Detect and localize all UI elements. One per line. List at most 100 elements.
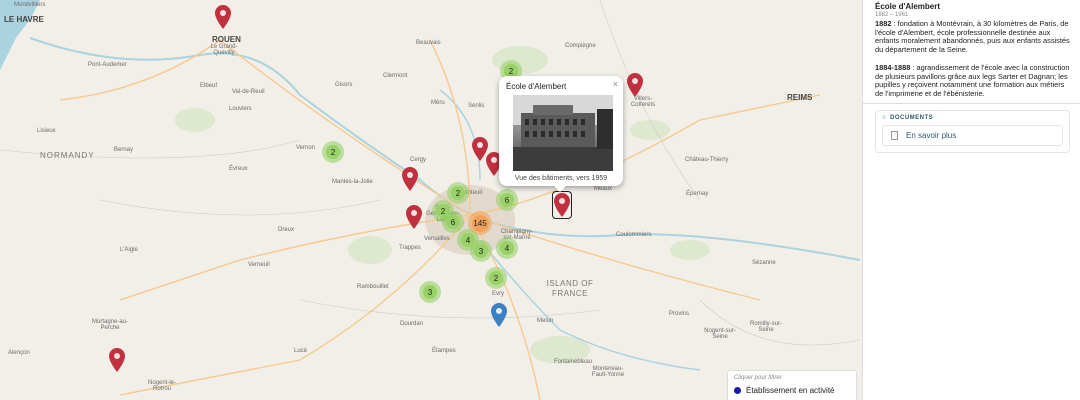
- place-label: ISLAND OF FRANCE: [546, 279, 594, 298]
- place-label: Versailles: [424, 236, 450, 242]
- map-popup: École d'Alembert × Vue des bâtiments, ve…: [499, 76, 623, 192]
- place-label: ROUEN: [212, 35, 241, 44]
- history-paragraph-2: 1884-1888 : agrandissement de l'école av…: [875, 62, 1070, 99]
- place-label: Sézanne: [752, 260, 776, 266]
- cluster-marker[interactable]: 2: [447, 182, 469, 204]
- documents-title: DOCUMENTS: [890, 114, 934, 121]
- cluster-marker[interactable]: 6: [442, 211, 464, 233]
- cluster-count: 2: [489, 271, 503, 285]
- place-label: Clermont: [383, 73, 408, 79]
- map-pin-icon[interactable]: [627, 73, 643, 97]
- place-label: Nogent-sur-Seine: [704, 328, 736, 340]
- list-icon: ≡: [882, 114, 887, 121]
- place-label: Alençon: [8, 350, 30, 356]
- legend-item-label: Établissement en activité: [746, 386, 835, 395]
- cluster-marker[interactable]: 4: [496, 237, 518, 259]
- place-label: NORMANDY: [40, 151, 95, 160]
- place-label: Château-Thierry: [685, 157, 729, 163]
- place-label: Lisieux: [37, 128, 56, 134]
- detail-panel: École d'Alembert 1882 – 1961 1882 : fond…: [862, 0, 1080, 400]
- map-pin-icon[interactable]: [109, 348, 125, 372]
- place-label: Nogent-le-Rotrou: [147, 380, 176, 392]
- history-text-1: : fondation à Montévrain, à 30 kilomètre…: [875, 19, 1070, 55]
- legend-hint: Cliquer pour filtrer: [734, 375, 782, 381]
- place-label: Villers-Cotterets: [630, 96, 656, 108]
- place-label: Épernay: [686, 191, 709, 197]
- cluster-marker[interactable]: 6: [496, 189, 518, 211]
- place-label: L'Aigle: [120, 247, 138, 253]
- cluster-marker[interactable]: 2: [322, 141, 344, 163]
- place-label: Meaux: [594, 186, 613, 192]
- cluster-marker[interactable]: 3: [470, 240, 492, 262]
- documents-header: ≡ DOCUMENTS: [882, 115, 1063, 121]
- place-label: Mantes-la-Jolie: [332, 179, 373, 185]
- place-label: Étampes: [432, 348, 456, 354]
- place-label: Dourdan: [400, 321, 424, 327]
- map[interactable]: Montivilliers LE HAVRE ROUEN Le Grand-Quevi…: [0, 0, 862, 400]
- place-label: Fontainebleau: [554, 359, 593, 365]
- place-label: Louviers: [229, 106, 252, 112]
- place-label: Trappes: [399, 245, 421, 251]
- place-label: Lucé: [294, 348, 308, 354]
- legend-item-active[interactable]: Établissement en activité: [734, 386, 850, 395]
- history-year-2: 1884-1888: [875, 62, 911, 72]
- place-label: Senlis: [468, 103, 485, 109]
- place-label: Le Grand-Quevilly: [210, 44, 238, 56]
- cluster-count: 6: [446, 215, 460, 229]
- cluster-count: 4: [500, 241, 514, 255]
- document-link-label: En savoir plus: [906, 130, 957, 140]
- map-pin-icon[interactable]: [552, 191, 572, 219]
- cluster-count: 2: [451, 186, 465, 200]
- cluster-marker[interactable]: 2: [485, 267, 507, 289]
- popup-close-icon[interactable]: ×: [613, 79, 618, 89]
- divider: [863, 102, 1080, 104]
- place-label: Coulommiers: [616, 232, 652, 238]
- place-label: Verneuil: [248, 262, 270, 268]
- school-dates: 1882 – 1961: [875, 12, 909, 18]
- place-label: Bernay: [114, 147, 134, 153]
- map-pin-icon[interactable]: [215, 5, 231, 29]
- place-label: Rambouillet: [357, 284, 389, 290]
- cluster-count: 2: [326, 145, 340, 159]
- place-label: Melun: [537, 318, 554, 324]
- place-label: Elbeuf: [200, 83, 218, 89]
- popup-caption: Vue des bâtiments, vers 1959: [514, 175, 608, 182]
- place-label: Pont-Audemer: [88, 62, 127, 68]
- place-label: Val-de-Reuil: [232, 89, 265, 95]
- map-pin-icon[interactable]: [406, 205, 422, 229]
- place-label: Evry: [492, 291, 504, 297]
- popup-title: École d'Alembert: [506, 82, 567, 91]
- file-icon: [891, 130, 898, 140]
- place-label: Vernon: [296, 145, 316, 151]
- place-label: Compiègne: [565, 43, 596, 49]
- history-year-1: 1882: [875, 19, 892, 28]
- place-label: Beauvais: [416, 40, 441, 46]
- place-label: Méru: [431, 100, 445, 106]
- document-link[interactable]: En savoir plus: [882, 124, 1063, 146]
- popup-photo[interactable]: [513, 95, 613, 171]
- place-label: REIMS: [787, 93, 813, 102]
- cluster-marker[interactable]: 3: [419, 281, 441, 303]
- place-label: Dreux: [278, 227, 295, 233]
- map-legend: Cliquer pour filtrer Établissement en ac…: [727, 370, 857, 400]
- cluster-count: 3: [423, 285, 437, 299]
- school-name: École d'Alembert: [875, 2, 941, 11]
- place-label: Montereau-Fault-Yonne: [591, 366, 625, 378]
- cluster-count: 6: [500, 193, 514, 207]
- place-label: Montivilliers: [14, 2, 46, 8]
- place-label: Romilly-sur-Seine: [750, 321, 782, 333]
- cluster-count: 145: [471, 214, 489, 232]
- place-label: Cergy: [410, 157, 427, 163]
- place-label: Provins: [669, 311, 690, 317]
- place-label: Gisors: [335, 82, 353, 88]
- legend-dot-icon: [734, 387, 741, 394]
- place-label: Mortagne-au-Perche: [91, 319, 129, 331]
- cluster-count: 3: [474, 244, 488, 258]
- map-pin-icon[interactable]: [491, 303, 507, 327]
- documents-section: ≡ DOCUMENTS En savoir plus: [875, 109, 1070, 153]
- history-paragraph-1: 1882 : fondation à Montévrain, à 30 kilo…: [875, 19, 1070, 55]
- map-basemap: [0, 0, 862, 400]
- map-pin-icon[interactable]: [402, 167, 418, 191]
- place-label: LE HAVRE: [4, 15, 44, 24]
- place-label: Évreux: [229, 166, 248, 172]
